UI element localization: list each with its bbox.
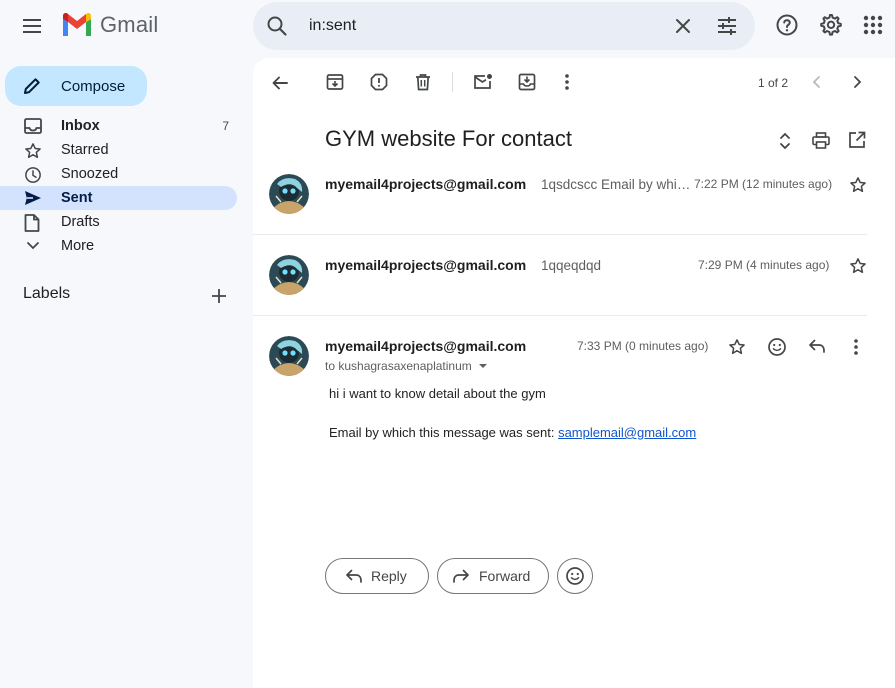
star-icon[interactable] — [728, 338, 746, 356]
expand-all-icon[interactable] — [778, 131, 792, 151]
send-icon — [25, 191, 41, 205]
compose-label: Compose — [61, 77, 126, 95]
reply-label: Reply — [371, 568, 407, 584]
search-bar[interactable]: in:sent — [253, 2, 755, 50]
message-divider — [253, 315, 867, 316]
move-to-icon[interactable] — [518, 73, 536, 91]
sender-name: myemail4projects@gmail.com — [325, 176, 527, 192]
sender-avatar-image — [269, 336, 309, 376]
sender-avatar-image — [269, 255, 309, 295]
message-time: 7:33 PM (0 minutes ago) — [577, 339, 709, 353]
apps-grid-icon[interactable] — [861, 13, 885, 37]
message-collapsed[interactable]: myemail4projects@gmail.com 1qqeqdqd 7:29… — [253, 243, 895, 315]
sidebar-item-label: More — [61, 238, 95, 254]
search-icon[interactable] — [265, 14, 289, 38]
body-text: Email by which this message was sent: — [329, 425, 555, 440]
sidebar-item-label: Sent — [61, 190, 93, 206]
sidebar-item-label: Snoozed — [61, 166, 119, 182]
sidebar-item-inbox[interactable]: Inbox 7 — [0, 114, 237, 138]
back-arrow-icon[interactable] — [270, 73, 290, 93]
message-expanded: myemail4projects@gmail.com to kushagrasa… — [253, 324, 895, 688]
search-options-icon[interactable] — [715, 14, 739, 38]
mark-unread-icon[interactable] — [473, 73, 493, 91]
print-icon[interactable] — [812, 132, 830, 149]
trash-icon[interactable] — [414, 73, 432, 91]
unread-count: 7 — [222, 119, 229, 133]
clock-icon — [25, 167, 41, 183]
emoji-icon — [566, 567, 584, 585]
chevron-left-icon[interactable] — [810, 74, 824, 90]
sender-name: myemail4projects@gmail.com — [325, 257, 527, 273]
caret-down-icon[interactable] — [478, 362, 488, 370]
chevron-down-icon — [27, 242, 39, 250]
sidebar-item-label: Inbox — [61, 118, 100, 134]
archive-icon[interactable] — [326, 73, 344, 91]
toolbar-divider — [452, 72, 453, 92]
compose-button[interactable]: Compose — [5, 66, 147, 106]
star-icon — [25, 143, 41, 159]
gmail-m-icon — [63, 12, 91, 36]
message-divider — [253, 234, 867, 235]
star-icon[interactable] — [849, 257, 867, 275]
pencil-icon — [24, 78, 40, 94]
message-time: 7:22 PM (12 minutes ago) — [694, 177, 833, 191]
forward-button[interactable]: Forward — [437, 558, 549, 594]
close-icon[interactable] — [671, 14, 695, 38]
message-snippet: 1qqeqdqd — [541, 258, 602, 273]
pagination-label: 1 of 2 — [758, 76, 789, 90]
hamburger-icon — [23, 19, 41, 33]
main-menu-button[interactable] — [14, 8, 52, 44]
reply-icon[interactable] — [808, 338, 826, 354]
avatar — [269, 255, 309, 295]
reply-button[interactable]: Reply — [325, 558, 429, 594]
forward-label: Forward — [479, 568, 531, 584]
sidebar-item-label: Starred — [61, 142, 109, 158]
emoji-reaction-button[interactable] — [557, 558, 593, 594]
more-vert-icon[interactable] — [564, 73, 570, 91]
gear-icon[interactable] — [819, 13, 843, 37]
report-spam-icon[interactable] — [370, 73, 388, 91]
sidebar-item-label: Drafts — [61, 214, 100, 230]
chevron-right-icon[interactable] — [850, 74, 864, 90]
message-body-line: hi i want to know detail about the gym — [329, 386, 546, 401]
message-body-line: Email by which this message was sent: sa… — [329, 425, 696, 440]
open-in-new-window-icon[interactable] — [848, 131, 866, 149]
forward-icon — [453, 569, 469, 583]
avatar — [269, 174, 309, 214]
inbox-icon — [24, 118, 42, 134]
message-snippet: 1qsdcscc Email by which this message was… — [541, 177, 691, 192]
message-time: 7:29 PM (4 minutes ago) — [698, 258, 830, 272]
help-icon[interactable] — [775, 13, 799, 37]
sidebar-item-snoozed[interactable]: Snoozed — [0, 162, 237, 186]
avatar — [269, 336, 309, 376]
more-vert-icon[interactable] — [853, 338, 859, 356]
sender-avatar-image — [269, 174, 309, 214]
app-name: Gmail — [100, 12, 159, 37]
message-view: 1 of 2 GYM website For contact myemail4p… — [253, 58, 895, 688]
gmail-logo[interactable]: Gmail — [61, 12, 158, 38]
sender-name: myemail4projects@gmail.com — [325, 338, 527, 354]
sidebar-item-more[interactable]: More — [0, 234, 237, 258]
draft-icon — [24, 214, 40, 232]
labels-heading: Labels — [23, 285, 71, 302]
sidebar-item-starred[interactable]: Starred — [0, 138, 237, 162]
recipient-text: to kushagrasaxenaplatinum — [325, 359, 472, 373]
email-link[interactable]: samplemail@gmail.com — [558, 425, 696, 440]
reply-icon — [346, 569, 362, 583]
star-icon[interactable] — [849, 176, 867, 194]
recipients-line[interactable]: to kushagrasaxenaplatinum — [325, 359, 488, 373]
email-subject: GYM website For contact — [325, 126, 572, 151]
sidebar-item-sent[interactable]: Sent — [0, 186, 237, 210]
sidebar-item-drafts[interactable]: Drafts — [0, 210, 237, 234]
add-label-icon[interactable] — [209, 286, 229, 306]
emoji-reaction-icon[interactable] — [767, 337, 787, 357]
message-collapsed[interactable]: myemail4projects@gmail.com 1qsdcscc Emai… — [253, 162, 895, 234]
